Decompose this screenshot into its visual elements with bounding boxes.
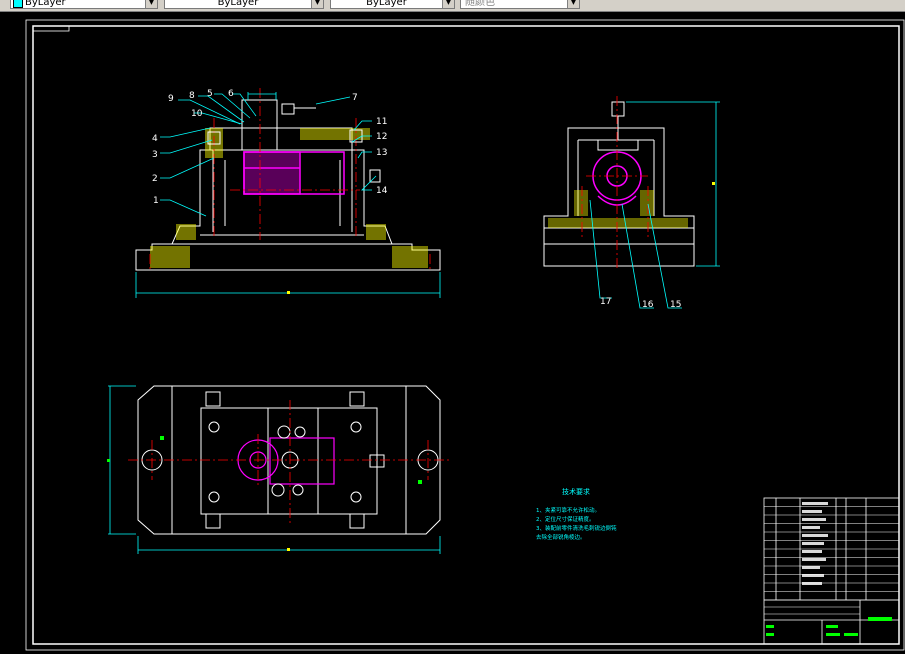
lineweight-dropdown[interactable]: ByLayer ▼: [330, 0, 455, 9]
drawing-canvas[interactable]: 9 8 5 6 7 10 4 3 2 1 11 12 13 14 17 16 1…: [0, 12, 905, 654]
part-number-label: 12: [376, 132, 387, 142]
properties-toolbar: ByLayer ▼ ByLayer ▼ ByLayer ▼ 随颜色 ▼: [0, 0, 905, 12]
tech-requirement-line: 2、定位尺寸保证精度。: [536, 515, 595, 523]
part-number-label: 5: [207, 89, 213, 99]
chevron-down-icon[interactable]: ▼: [442, 0, 454, 8]
chevron-down-icon[interactable]: ▼: [567, 0, 579, 8]
part-number-label: 6: [228, 89, 234, 99]
part-number-label: 1: [153, 196, 159, 206]
tech-requirement-line: 1、夹紧可靠不允许松动。: [536, 506, 600, 514]
part-number-label: 15: [670, 300, 681, 310]
part-number-label: 2: [152, 174, 158, 184]
side-dimensions: [589, 101, 720, 309]
color-dropdown[interactable]: ByLayer ▼: [10, 0, 158, 9]
title-block: [763, 497, 900, 645]
color-value: ByLayer: [25, 0, 66, 8]
drawing-frame: [25, 19, 905, 651]
workpiece-front: [243, 151, 345, 195]
part-number-label: 17: [600, 297, 611, 307]
tech-requirement-line: 去除全部锐角棱边。: [536, 533, 586, 541]
linetype-dropdown[interactable]: ByLayer ▼: [164, 0, 324, 9]
lineweight-value: ByLayer: [366, 0, 407, 8]
side-view: 17 16 15: [543, 96, 720, 310]
chevron-down-icon[interactable]: ▼: [311, 0, 323, 8]
tech-requirements-title: 技术要求: [562, 487, 590, 496]
chevron-down-icon[interactable]: ▼: [145, 0, 157, 8]
tech-requirements: 技术要求 1、夹紧可靠不允许松动。 2、定位尺寸保证精度。 3、装配前零件清洗毛…: [536, 487, 617, 541]
part-number-label: 3: [152, 150, 158, 160]
part-number-label: 4: [152, 134, 158, 144]
part-number-label: 9: [168, 94, 174, 104]
part-number-label: 16: [642, 300, 654, 310]
tech-requirement-line: 3、装配前零件清洗毛刺锐边倒钝: [536, 524, 617, 532]
top-view: [107, 385, 452, 554]
part-number-label: 7: [352, 93, 358, 103]
front-view: 9 8 5 6 7 10 4 3 2 1 11 12 13 14: [135, 88, 441, 298]
part-number-label: 13: [376, 148, 387, 158]
part-number-label: 10: [191, 109, 203, 119]
part-number-label: 14: [376, 186, 388, 196]
part-number-label: 11: [376, 117, 387, 127]
linetype-value: ByLayer: [217, 0, 259, 8]
workpiece-top: [237, 437, 335, 485]
top-dimensions: [108, 385, 441, 554]
part-number-label: 8: [189, 91, 195, 101]
color-swatch-icon: [13, 0, 23, 8]
plotstyle-value: 随颜色: [465, 0, 495, 8]
plotstyle-dropdown[interactable]: 随颜色 ▼: [460, 0, 580, 9]
